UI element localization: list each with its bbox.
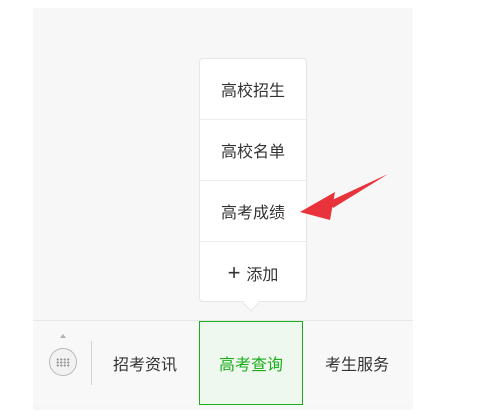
annotation-arrow-icon (300, 174, 388, 220)
